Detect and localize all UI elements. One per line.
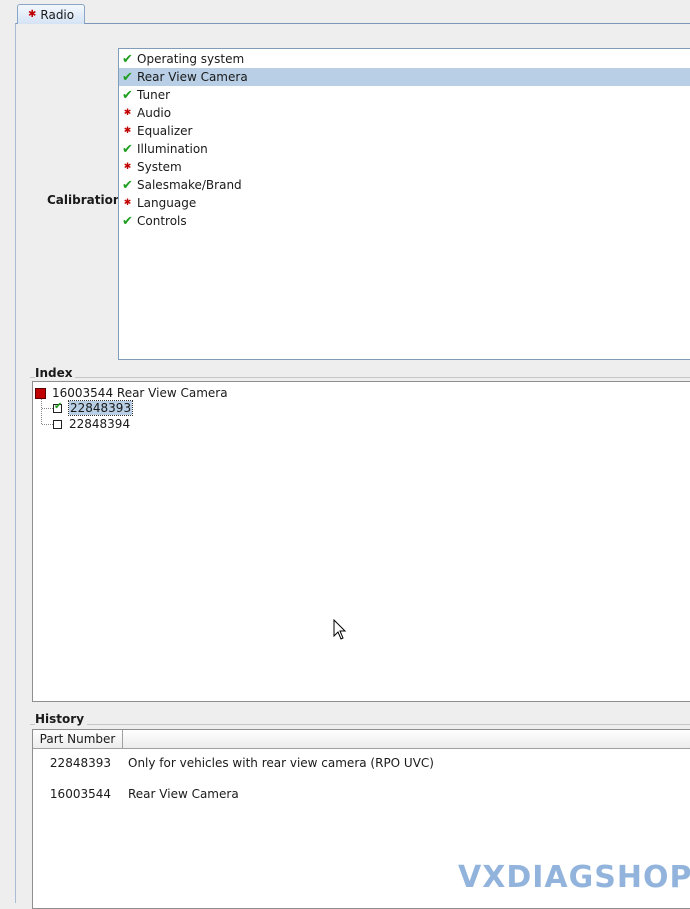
part-number-cell: 16003544 — [49, 787, 111, 801]
history-title: History — [35, 712, 88, 726]
mouse-cursor-icon — [333, 619, 347, 640]
check-icon: ✔ — [122, 213, 133, 229]
calibration-item-label: Controls — [137, 214, 187, 228]
asterisk-icon: ✱ — [123, 126, 132, 136]
tree-child-node[interactable]: 22848394 — [53, 416, 130, 432]
index-group-border — [30, 377, 690, 378]
check-icon: ✔ — [122, 87, 133, 103]
calibration-item-label: Illumination — [137, 142, 208, 156]
calibration-item-label: Audio — [137, 106, 172, 120]
calibration-item[interactable]: ✱ System — [119, 158, 690, 176]
check-icon: ✔ — [54, 400, 63, 412]
column-header-empty — [123, 730, 690, 749]
tree-root-label: 16003544 Rear View Camera — [52, 386, 228, 400]
check-icon: ✔ — [122, 141, 133, 157]
tree-connector — [42, 408, 53, 409]
calibration-item[interactable]: ✱ Equalizer — [119, 122, 690, 140]
watermark-logo: VXDIAGSHOP — [458, 860, 690, 895]
check-icon: ✔ — [122, 69, 133, 85]
calibration-item-label: Language — [137, 196, 197, 210]
table-row[interactable]: 22848393 Only for vehicles with rear vie… — [33, 755, 434, 771]
calibration-item-label: Tuner — [137, 88, 171, 102]
calibration-item[interactable]: ✱ Language — [119, 194, 690, 212]
table-row[interactable]: 16003544 Rear View Camera — [33, 786, 239, 802]
calibration-item-label: Salesmake/Brand — [137, 178, 242, 192]
asterisk-icon: ✱ — [123, 198, 132, 208]
calibration-item[interactable]: ✔ Controls — [119, 212, 690, 230]
calibration-item-selected[interactable]: ✔ Rear View Camera — [119, 68, 690, 86]
asterisk-icon: ✱ — [28, 9, 37, 20]
folder-icon — [35, 387, 46, 399]
checkbox-checked[interactable]: ✔ — [53, 400, 63, 413]
asterisk-icon: ✱ — [123, 162, 132, 172]
tree-child-label: 22848393 — [67, 400, 134, 416]
calibration-item-label: Equalizer — [137, 124, 193, 138]
calibration-item[interactable]: ✔ Tuner — [119, 86, 690, 104]
check-icon: ✔ — [122, 51, 133, 67]
tab-label: Radio — [40, 7, 75, 22]
check-icon: ✔ — [122, 177, 133, 193]
tree-connector — [41, 399, 42, 424]
tree-connector — [42, 424, 53, 425]
calibration-label: Calibration — [47, 193, 122, 207]
tree-child-node[interactable]: ✔ 22848393 — [53, 400, 134, 416]
index-title: Index — [35, 366, 76, 380]
calibration-item-label: Rear View Camera — [137, 70, 248, 84]
tab-radio[interactable]: ✱ Radio — [17, 4, 85, 24]
calibration-item-label: System — [137, 160, 182, 174]
calibration-item-label: Operating system — [137, 52, 245, 66]
tree-root-node[interactable]: 16003544 Rear View Camera — [35, 385, 228, 401]
asterisk-icon: ✱ — [123, 108, 132, 118]
calibration-item[interactable]: ✔ Operating system — [119, 50, 690, 68]
part-number-cell: 22848393 — [49, 756, 111, 770]
description-cell: Only for vehicles with rear view camera … — [128, 756, 434, 770]
checkbox-unchecked[interactable] — [53, 419, 62, 429]
calibration-item[interactable]: ✔ Salesmake/Brand — [119, 176, 690, 194]
calibration-item[interactable]: ✱ Audio — [119, 104, 690, 122]
calibration-list[interactable]: ✔ Operating system ✔ Rear View Camera ✔ Tun… — [118, 48, 690, 360]
description-cell: Rear View Camera — [128, 787, 239, 801]
history-group-border — [30, 724, 690, 725]
index-tree[interactable]: 16003544 Rear View Camera ✔ 22848393 228… — [32, 381, 690, 702]
tree-child-label: 22848394 — [69, 417, 131, 431]
calibration-item[interactable]: ✔ Illumination — [119, 140, 690, 158]
column-header-part-number[interactable]: Part Number — [33, 730, 123, 749]
